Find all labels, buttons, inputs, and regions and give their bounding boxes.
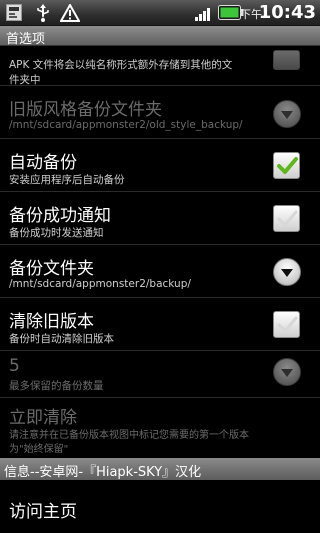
backup-folder-dropdown-icon[interactable] bbox=[273, 258, 301, 286]
checkmark-icon bbox=[277, 210, 298, 227]
info-category-header: 信息--安卓网-『Hiapk-SKY』汉化 bbox=[0, 458, 320, 480]
pref-max-backups[interactable]: 5 最多保留的备份数量 bbox=[0, 352, 320, 398]
pref-visit-homepage[interactable]: 访问主页 bbox=[0, 481, 320, 533]
pref-summary: 最多保留的备份数量 bbox=[9, 380, 104, 392]
pref-summary: 件夹中 bbox=[9, 74, 41, 86]
pref-title: 5 bbox=[9, 356, 20, 376]
pref-title: 访问主页 bbox=[9, 502, 77, 522]
checkmark-icon bbox=[277, 157, 298, 174]
category-label: 信息--安卓网-『Hiapk-SKY』汉化 bbox=[4, 465, 202, 480]
pref-backup-folder[interactable]: 备份文件夹 /mnt/sdcard/appmonster2/backup/ bbox=[0, 246, 320, 298]
pref-title: 立即清除 bbox=[9, 408, 77, 428]
pref-summary: 安装应用程序后自动备份 bbox=[9, 174, 125, 186]
pref-title: 备份成功通知 bbox=[9, 206, 111, 226]
status-bar: 下午 10:43 bbox=[0, 0, 320, 26]
page-title: 首选项 bbox=[6, 32, 46, 47]
pref-title: 旧版风格备份文件夹 bbox=[9, 100, 162, 120]
pref-summary: /mnt/sdcard/appmonster2/backup/ bbox=[9, 278, 191, 290]
auto-backup-checkbox[interactable] bbox=[273, 152, 300, 179]
usb-icon bbox=[35, 4, 51, 26]
pref-auto-backup[interactable]: 自动备份 安装应用程序后自动备份 bbox=[0, 140, 320, 192]
pref-clear-now[interactable]: 立即清除 请注意并在已备份版本视图中标记您需要的第一个版本 为"始终保留" bbox=[0, 399, 320, 457]
pref-summary: 为"始终保留" bbox=[9, 444, 69, 455]
backup-notify-checkbox[interactable] bbox=[273, 205, 300, 232]
status-time: 10:43 bbox=[258, 2, 316, 23]
pref-clear-old[interactable]: 清除旧版本 备份时自动清除旧版本 bbox=[0, 299, 320, 351]
max-backups-dropdown-icon[interactable] bbox=[273, 358, 301, 386]
signal-icon bbox=[194, 4, 214, 26]
pref-backup-notify[interactable]: 备份成功通知 备份成功时发送通知 bbox=[0, 193, 320, 245]
pref-title: 备份文件夹 bbox=[9, 259, 94, 279]
pref-apk-copy[interactable]: APK 文件将会以纯名称形式额外存储到其他的文 件夹中 bbox=[0, 46, 320, 86]
pref-summary: 备份成功时发送通知 bbox=[9, 227, 104, 239]
pref-summary: 请注意并在已备份版本视图中标记您需要的第一个版本 bbox=[9, 430, 249, 441]
apk-copy-checkbox[interactable] bbox=[273, 50, 300, 70]
pref-old-style-folder[interactable]: 旧版风格备份文件夹 /mnt/sdcard/appmonster2/old_st… bbox=[0, 87, 320, 139]
checkmark-icon bbox=[277, 316, 298, 333]
pref-summary: APK 文件将会以纯名称形式额外存储到其他的文 bbox=[9, 59, 233, 71]
pref-summary: /mnt/sdcard/appmonster2/old_style_backup… bbox=[9, 119, 243, 131]
preferences-title-bar: 首选项 bbox=[0, 26, 320, 47]
pref-summary: 备份时自动清除旧版本 bbox=[9, 333, 114, 345]
task-icon bbox=[6, 4, 22, 25]
pref-title: 自动备份 bbox=[9, 153, 77, 173]
clear-old-checkbox[interactable] bbox=[273, 311, 300, 338]
pref-title: 清除旧版本 bbox=[9, 312, 94, 332]
old-style-dropdown-icon[interactable] bbox=[273, 100, 301, 128]
warning-icon bbox=[59, 2, 81, 26]
